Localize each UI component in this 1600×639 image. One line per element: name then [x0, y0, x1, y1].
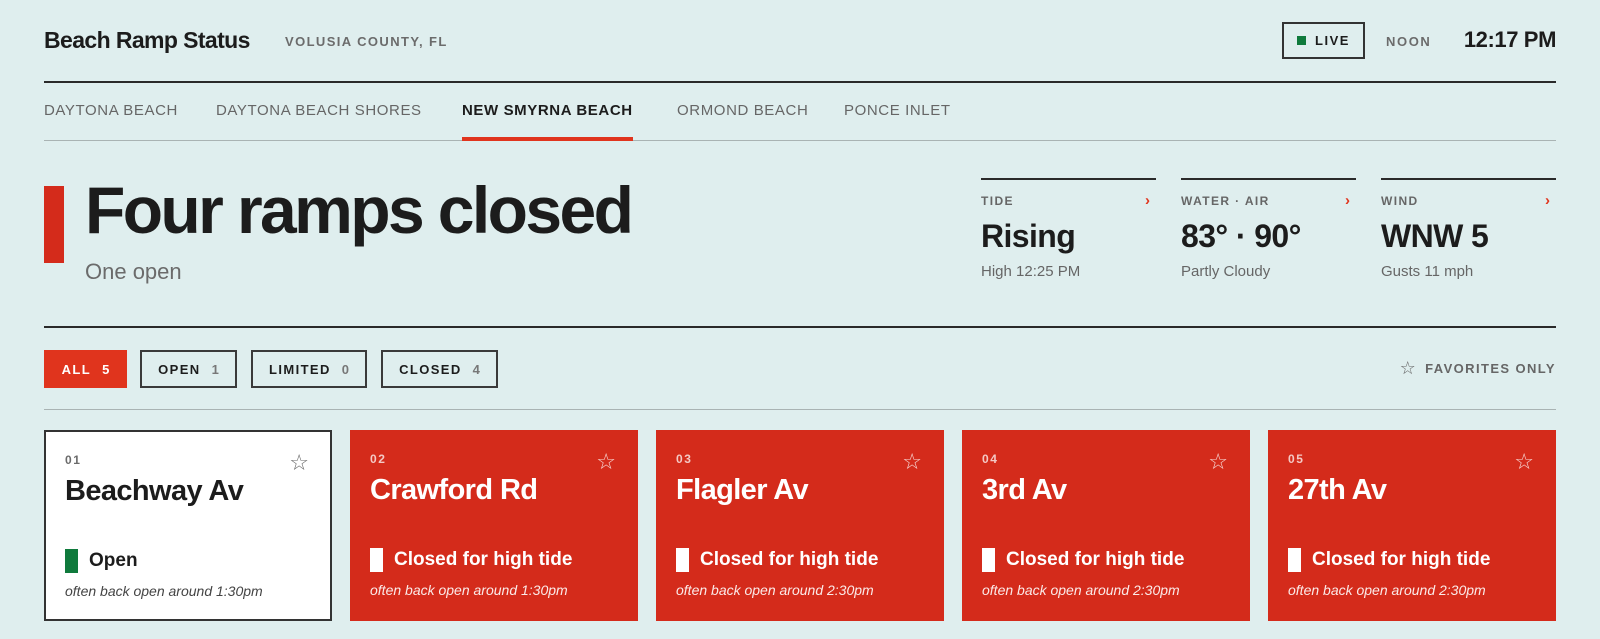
ramp-status: Open	[65, 549, 138, 573]
live-indicator-icon	[1297, 36, 1307, 45]
ramp-reopen-note: often back open around 2:30pm	[676, 582, 874, 598]
ramp-reopen-note: often back open around 1:30pm	[65, 583, 263, 599]
period-label: NOON	[1386, 34, 1432, 49]
ramp-name: 27th Av	[1288, 474, 1387, 506]
star-outline-icon[interactable]: ☆	[596, 450, 616, 474]
tab-daytona-beach-shores[interactable]: DAYTONA BEACH SHORES	[216, 102, 422, 140]
ramp-reopen-note: often back open around 2:30pm	[982, 582, 1180, 598]
stat-label: TIDE	[981, 194, 1014, 208]
stat-value: 83° · 90°	[1181, 218, 1301, 254]
tab-ponce-inlet[interactable]: PONCE INLET	[844, 102, 951, 140]
filter-count: 0	[341, 361, 350, 377]
ramp-status: Closed for high tide	[370, 548, 572, 572]
stat-detail: High 12:25 PM	[981, 263, 1081, 280]
live-badge[interactable]: LIVE	[1282, 22, 1365, 59]
filter-limited-button[interactable]: LIMITED 0	[251, 350, 367, 388]
chevron-right-icon: ›	[1145, 192, 1150, 209]
ramp-status-label: Closed for high tide	[1312, 549, 1491, 570]
stat-value: WNW 5	[1381, 218, 1489, 254]
star-outline-icon[interactable]: ☆	[289, 451, 309, 475]
ramp-number: 01	[65, 453, 82, 467]
stat-value: Rising	[981, 218, 1076, 254]
county-label: VOLUSIA COUNTY, FL	[285, 34, 448, 49]
status-indicator	[370, 548, 383, 572]
clock: 12:17 PM	[1463, 27, 1557, 52]
filter-open-button[interactable]: OPEN 1	[140, 350, 237, 388]
ramp-card[interactable]: 04 ☆ 3rd Av Closed for high tide often b…	[962, 430, 1250, 621]
ramp-number: 05	[1288, 452, 1305, 466]
ramp-status-label: Open	[89, 550, 138, 571]
headline: Four ramps closed	[85, 173, 634, 247]
star-outline-icon: ☆	[1399, 358, 1418, 378]
subheadline: One open	[85, 259, 182, 284]
favorites-label: FAVORITES ONLY	[1425, 360, 1556, 376]
ramp-reopen-note: often back open around 2:30pm	[1288, 582, 1486, 598]
divider	[44, 326, 1556, 328]
ramp-number: 03	[676, 452, 693, 466]
status-indicator	[65, 549, 78, 573]
filter-label: OPEN	[158, 361, 201, 377]
stat-label: WATER · AIR	[1181, 194, 1270, 208]
ramp-status-label: Closed for high tide	[1006, 549, 1185, 570]
filter-label: CLOSED	[399, 361, 462, 377]
stat-label: WIND	[1381, 194, 1419, 208]
ramp-status: Closed for high tide	[982, 548, 1184, 572]
ramp-card[interactable]: 05 ☆ 27th Av Closed for high tide often …	[1268, 430, 1556, 621]
ramp-name: Flagler Av	[676, 474, 809, 506]
filter-count: 5	[102, 361, 110, 377]
app-title: Beach Ramp Status	[44, 27, 250, 53]
divider	[44, 409, 1556, 410]
ramp-card[interactable]: 01 ☆ Beachway Av Open often back open ar…	[44, 430, 332, 621]
ramp-name: Beachway Av	[65, 475, 244, 507]
tab-ormond-beach[interactable]: ORMOND BEACH	[677, 102, 808, 140]
filter-count: 1	[211, 361, 219, 377]
filter-label: ALL	[61, 361, 92, 377]
ramp-name: 3rd Av	[982, 474, 1067, 506]
stat-detail: Partly Cloudy	[1181, 263, 1271, 280]
header: Beach Ramp Status VOLUSIA COUNTY, FL LIV…	[44, 0, 1556, 83]
status-indicator	[676, 548, 689, 572]
ramp-name: Crawford Rd	[370, 474, 538, 506]
filter-closed-button[interactable]: CLOSED 4	[381, 350, 498, 388]
filter-all-button[interactable]: ALL 5	[44, 350, 127, 388]
status-indicator	[1288, 548, 1301, 572]
live-label: LIVE	[1315, 33, 1350, 48]
ramp-status: Closed for high tide	[676, 548, 878, 572]
filter-count: 4	[472, 361, 480, 377]
stat-detail: Gusts 11 mph	[1381, 263, 1474, 280]
stat-wind[interactable]: WIND › WNW 5 Gusts 11 mph	[1381, 178, 1556, 280]
beach-tabs: DAYTONA BEACH DAYTONA BEACH SHORES NEW S…	[44, 83, 1556, 141]
status-indicator	[982, 548, 995, 572]
star-outline-icon[interactable]: ☆	[1514, 450, 1534, 474]
ramp-status: Closed for high tide	[1288, 548, 1490, 572]
ramp-number: 02	[370, 452, 387, 466]
stat-water-air[interactable]: WATER · AIR › 83° · 90° Partly Cloudy	[1181, 178, 1356, 280]
tab-daytona-beach[interactable]: DAYTONA BEACH	[44, 102, 178, 140]
headline-accent-bar	[44, 186, 64, 263]
chevron-right-icon: ›	[1345, 192, 1350, 209]
ramp-reopen-note: often back open around 1:30pm	[370, 582, 568, 598]
tab-new-smyrna-beach[interactable]: NEW SMYRNA BEACH	[462, 102, 633, 141]
ramp-status-label: Closed for high tide	[700, 549, 879, 570]
star-outline-icon[interactable]: ☆	[902, 450, 922, 474]
ramp-number: 04	[982, 452, 999, 466]
star-outline-icon[interactable]: ☆	[1208, 450, 1228, 474]
stat-tide[interactable]: TIDE › Rising High 12:25 PM	[981, 178, 1156, 280]
chevron-right-icon: ›	[1545, 192, 1550, 209]
filter-label: LIMITED	[268, 361, 331, 377]
ramp-card[interactable]: 03 ☆ Flagler Av Closed for high tide oft…	[656, 430, 944, 621]
ramp-card[interactable]: 02 ☆ Crawford Rd Closed for high tide of…	[350, 430, 638, 621]
favorites-only-toggle[interactable]: ☆ FAVORITES ONLY	[1399, 358, 1556, 378]
ramp-status-label: Closed for high tide	[394, 549, 573, 570]
